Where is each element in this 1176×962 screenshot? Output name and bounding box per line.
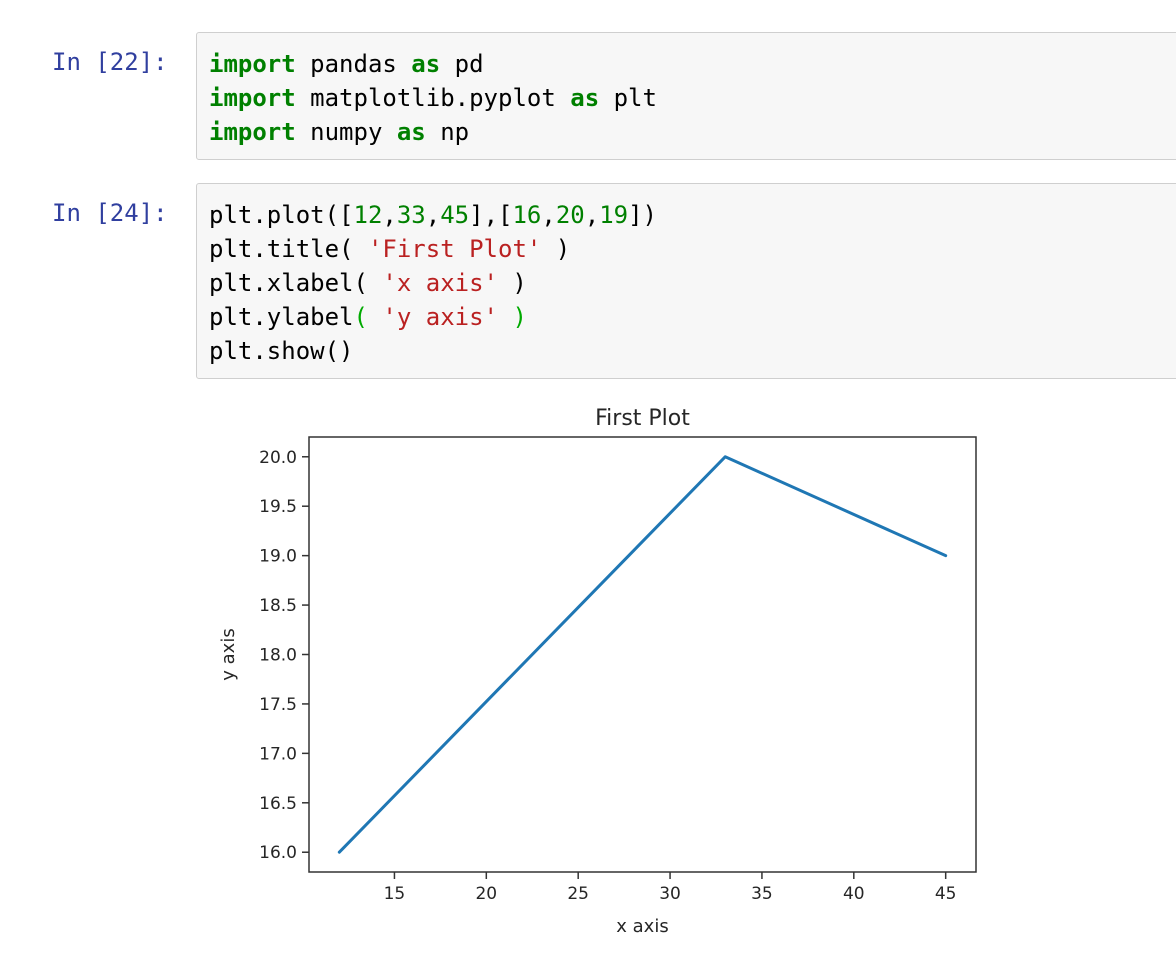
x-tick-label: 15 bbox=[384, 884, 406, 904]
code-line: plt.show() bbox=[209, 334, 1173, 368]
chart-title: First Plot bbox=[595, 406, 690, 431]
code-token: , bbox=[584, 201, 600, 229]
code-input-area[interactable]: import pandas as pd import matplotlib.pyp… bbox=[196, 32, 1176, 160]
series-line bbox=[337, 455, 948, 854]
code-token: 20 bbox=[555, 201, 585, 229]
x-tick-label: 25 bbox=[567, 884, 589, 904]
code-token: plt.title( bbox=[209, 235, 368, 263]
code-token: 'y axis' bbox=[382, 303, 498, 331]
code-token: 'First Plot' bbox=[367, 235, 542, 263]
axes-frame bbox=[308, 436, 977, 873]
y-tick-label: 17.5 bbox=[259, 695, 297, 715]
code-token: plt bbox=[599, 84, 657, 112]
y-tick-label: 18.5 bbox=[259, 596, 297, 616]
code-token: ) bbox=[541, 235, 571, 263]
code-token: import bbox=[209, 84, 296, 112]
code-token: np bbox=[425, 118, 470, 146]
code-input-area[interactable]: plt.plot([12,33,45],[16,20,19]) plt.title… bbox=[196, 183, 1176, 379]
code-token: 12 bbox=[353, 201, 383, 229]
x-tick-label: 35 bbox=[751, 884, 773, 904]
x-tick-label: 45 bbox=[935, 884, 957, 904]
code-token: 33 bbox=[396, 201, 426, 229]
code-token: ) bbox=[498, 303, 527, 331]
code-token: ( bbox=[353, 303, 383, 331]
code-line: import numpy as np bbox=[209, 115, 1173, 149]
line-chart: First Plot 15 20 25 30 35 40 45 16.0 16.5 17.0 17.5… bbox=[218, 406, 977, 937]
code-token: 19 bbox=[599, 201, 629, 229]
code-token: 16 bbox=[512, 201, 542, 229]
code-token: as bbox=[411, 50, 441, 78]
code-token: , bbox=[382, 201, 397, 229]
y-tick-label: 20.0 bbox=[259, 448, 297, 468]
code-token: numpy bbox=[295, 118, 397, 146]
code-token: plt.xlabel( bbox=[209, 269, 383, 297]
y-axis-label: y axis bbox=[218, 628, 239, 680]
x-tick-label: 30 bbox=[659, 884, 681, 904]
x-tick-label: 40 bbox=[843, 884, 865, 904]
x-tick-label: 20 bbox=[475, 884, 497, 904]
code-line: plt.title( 'First Plot' ) bbox=[209, 232, 1173, 266]
cell-prompt: In [22]: bbox=[52, 48, 168, 76]
code-token: as bbox=[570, 84, 600, 112]
y-tick-label: 17.0 bbox=[259, 744, 297, 764]
y-tick-label: 19.0 bbox=[259, 547, 297, 567]
code-line: import matplotlib.pyplot as plt bbox=[209, 81, 1173, 115]
y-tick-label: 16.0 bbox=[259, 843, 297, 863]
y-tick-label: 18.0 bbox=[259, 646, 297, 666]
code-token: as bbox=[396, 118, 426, 146]
code-token: 'x axis' bbox=[382, 269, 498, 297]
code-token: matplotlib.pyplot bbox=[295, 84, 571, 112]
code-line: import pandas as pd bbox=[209, 47, 1173, 81]
y-tick-label: 16.5 bbox=[259, 794, 297, 814]
code-token: , bbox=[425, 201, 441, 229]
cell-output-figure: First Plot 15 20 25 30 35 40 45 16.0 16.5 17.0 17.5… bbox=[196, 392, 996, 952]
code-token: import bbox=[209, 50, 296, 78]
code-token: import bbox=[209, 118, 296, 146]
code-token: ],[ bbox=[469, 201, 513, 229]
code-line: plt.plot([12,33,45],[16,20,19]) bbox=[209, 198, 1173, 232]
y-tick-label: 19.5 bbox=[259, 497, 297, 517]
code-line: plt.ylabel( 'y axis' ) bbox=[209, 300, 1173, 334]
code-token: ) bbox=[497, 269, 527, 297]
code-token: 45 bbox=[440, 201, 470, 229]
code-token: ]) bbox=[628, 201, 658, 229]
code-token: plt.show() bbox=[209, 337, 354, 365]
x-axis-label: x axis bbox=[616, 916, 668, 937]
code-line: plt.xlabel( 'x axis' ) bbox=[209, 266, 1173, 300]
code-token: pandas bbox=[295, 50, 412, 78]
code-token: , bbox=[541, 201, 556, 229]
cell-prompt: In [24]: bbox=[52, 199, 168, 227]
code-token: pd bbox=[440, 50, 484, 78]
code-token: plt.plot([ bbox=[209, 201, 354, 229]
code-token: plt.ylabel bbox=[209, 303, 354, 331]
